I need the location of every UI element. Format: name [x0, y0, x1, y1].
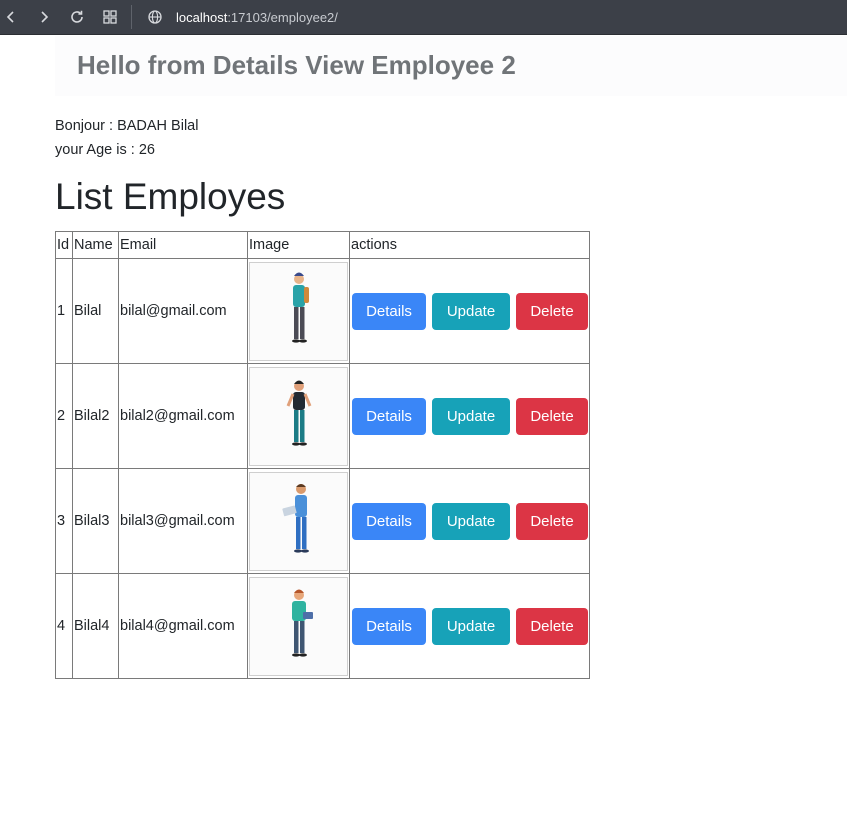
- url-path: :17103/employee2/: [227, 9, 338, 25]
- cell-id: 3: [55, 468, 73, 574]
- update-button[interactable]: Update: [432, 502, 510, 540]
- cell-name: Bilal: [72, 258, 119, 364]
- list-title: List Employes: [55, 176, 286, 217]
- col-actions: actions: [349, 231, 590, 259]
- cell-name: Bilal3: [72, 468, 119, 574]
- col-email: Email: [118, 231, 248, 259]
- delete-button[interactable]: Delete: [516, 607, 588, 645]
- url-host: localhost: [176, 9, 228, 25]
- employees-table: Id Name Email Image actions 1 Bilal bila…: [55, 231, 590, 679]
- employee-avatar-image: [249, 366, 348, 466]
- cell-id: 4: [55, 573, 73, 679]
- greeting-age: your Age is : 26: [55, 142, 155, 158]
- back-icon[interactable]: [0, 6, 22, 28]
- apps-grid-icon[interactable]: [99, 6, 121, 28]
- cell-actions: Details Update Delete: [349, 258, 590, 364]
- cell-image: [247, 468, 350, 574]
- cell-image: [247, 258, 350, 364]
- update-button[interactable]: Update: [432, 607, 510, 645]
- cell-email: bilal2@gmail.com: [118, 363, 248, 469]
- col-name: Name: [72, 231, 119, 259]
- toolbar-divider: [131, 5, 132, 29]
- details-button[interactable]: Details: [352, 502, 426, 540]
- cell-image: [247, 363, 350, 469]
- table-header-row: Id Name Email Image actions: [55, 231, 590, 259]
- forward-icon[interactable]: [33, 6, 55, 28]
- table-row: 2 Bilal2 bilal2@gmail.com Details Update…: [55, 363, 590, 469]
- table-row: 1 Bilal bilal@gmail.com Details Update D…: [55, 258, 590, 364]
- table-row: 3 Bilal3 bilal3@gmail.com Details Update…: [55, 468, 590, 574]
- address-bar[interactable]: localhost:17103/employee2/: [176, 10, 338, 25]
- greeting: Bonjour : BADAH Bilal your Age is : 26: [55, 114, 198, 162]
- header-banner: Hello from Details View Employee 2: [55, 36, 847, 96]
- update-button[interactable]: Update: [432, 292, 510, 330]
- greeting-bonjour: Bonjour : BADAH Bilal: [55, 118, 199, 134]
- page-title: Hello from Details View Employee 2: [77, 50, 516, 80]
- details-button[interactable]: Details: [352, 292, 426, 330]
- col-id: Id: [55, 231, 73, 259]
- cell-id: 1: [55, 258, 73, 364]
- delete-button[interactable]: Delete: [516, 397, 588, 435]
- person-illustration-icon: [291, 272, 309, 343]
- details-button[interactable]: Details: [352, 397, 426, 435]
- employee-avatar-image: [249, 261, 348, 361]
- employee-avatar-image: [249, 471, 348, 571]
- cell-name: Bilal2: [72, 363, 119, 469]
- employee-avatar-image: [249, 576, 348, 676]
- col-image: Image: [247, 231, 350, 259]
- cell-image: [247, 573, 350, 679]
- cell-actions: Details Update Delete: [349, 363, 590, 469]
- table-row: 4 Bilal4 bilal4@gmail.com Details Update…: [55, 573, 590, 679]
- cell-id: 2: [55, 363, 73, 469]
- person-illustration-icon: [291, 589, 313, 657]
- update-button[interactable]: Update: [432, 397, 510, 435]
- cell-actions: Details Update Delete: [349, 573, 590, 679]
- globe-icon: [144, 6, 166, 28]
- cell-email: bilal4@gmail.com: [118, 573, 248, 679]
- cell-actions: Details Update Delete: [349, 468, 590, 574]
- reload-icon[interactable]: [66, 6, 88, 28]
- delete-button[interactable]: Delete: [516, 502, 588, 540]
- person-illustration-icon: [281, 484, 309, 553]
- details-button[interactable]: Details: [352, 607, 426, 645]
- delete-button[interactable]: Delete: [516, 292, 588, 330]
- browser-toolbar: localhost:17103/employee2/: [0, 0, 847, 35]
- cell-email: bilal@gmail.com: [118, 258, 248, 364]
- person-illustration-icon: [286, 380, 311, 446]
- cell-name: Bilal4: [72, 573, 119, 679]
- cell-email: bilal3@gmail.com: [118, 468, 248, 574]
